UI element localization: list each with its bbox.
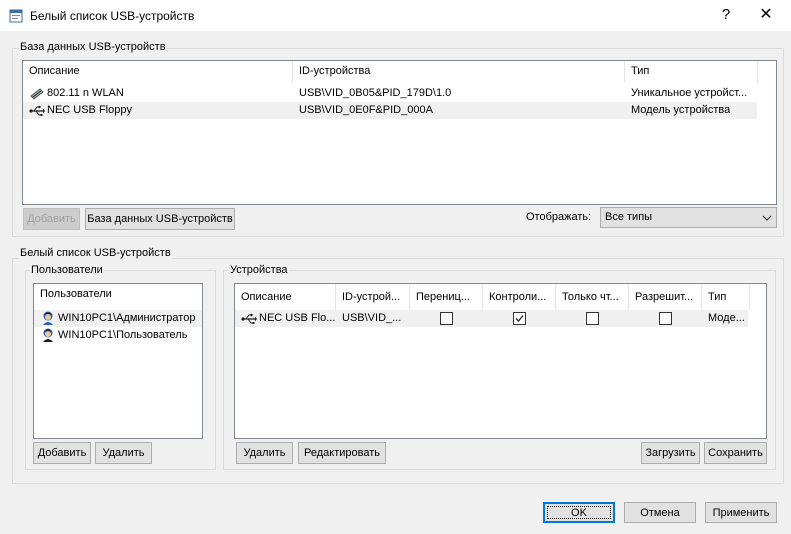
users-row-name: WIN10PC1\Пользователь <box>58 329 188 341</box>
devices-panel-title: Устройства <box>229 264 289 276</box>
allow-checkbox[interactable] <box>659 312 672 325</box>
close-button[interactable]: ✕ <box>753 3 779 27</box>
db-row[interactable]: 802.11 n WLAN USB\VID_0B05&PID_179D\1.0 … <box>23 85 776 102</box>
reinit-checkbox[interactable] <box>440 312 453 325</box>
ok-button[interactable]: OK <box>543 502 615 523</box>
title-bar: Белый список USB-устройств ? ✕ <box>0 0 791 31</box>
devices-list-header: Описание ID-устрой... Перениц... Контрол… <box>235 284 766 310</box>
column-reinit[interactable]: Перениц... <box>410 284 483 310</box>
cancel-button[interactable]: Отмена <box>624 502 696 523</box>
devices-row-device-id: USB\VID_... <box>342 312 402 324</box>
devices-list[interactable]: Описание ID-устрой... Перениц... Контрол… <box>234 283 767 439</box>
column-description[interactable]: Описание <box>23 61 293 83</box>
db-row[interactable]: NEC USB Floppy USB\VID_0E0F&PID_000A Мод… <box>23 102 757 119</box>
db-row-description: NEC USB Floppy <box>47 104 132 116</box>
users-row-name: WIN10PC1\Администратор <box>58 312 196 324</box>
users-list[interactable]: Пользователи WIN10PC1\Администратор WIN1… <box>33 283 203 439</box>
help-button[interactable]: ? <box>714 3 738 27</box>
devices-row-type: Моде... <box>708 312 745 324</box>
column-description[interactable]: Описание <box>235 284 336 310</box>
user-delete-button[interactable]: Удалить <box>95 442 152 464</box>
column-type[interactable]: Тип <box>625 61 758 83</box>
column-device-id[interactable]: ID-устройства <box>293 61 625 83</box>
focus-rect <box>547 506 611 519</box>
whitelist-group-title: Белый список USB-устройств <box>19 247 172 259</box>
column-users[interactable]: Пользователи <box>34 284 202 306</box>
column-device-id[interactable]: ID-устрой... <box>336 284 410 310</box>
column-allow[interactable]: Разрешит... <box>629 284 702 310</box>
users-row[interactable]: WIN10PC1\Пользователь <box>34 327 202 344</box>
users-list-header: Пользователи <box>34 284 202 304</box>
db-group-title: База данных USB-устройств <box>19 41 167 53</box>
apply-button[interactable]: Применить <box>705 502 777 523</box>
load-button[interactable]: Загрузить <box>641 442 700 464</box>
users-panel-title: Пользователи <box>30 264 104 276</box>
device-delete-button[interactable]: Удалить <box>236 442 293 464</box>
column-read-only[interactable]: Только чт... <box>556 284 629 310</box>
window-title: Белый список USB-устройств <box>30 9 195 23</box>
devices-row[interactable]: NEC USB Flo... USB\VID_... Моде... <box>235 310 748 327</box>
db-list-header: Описание ID-устройства Тип <box>23 61 776 83</box>
column-control[interactable]: Контроли... <box>483 284 556 310</box>
db-add-button[interactable]: Добавить <box>23 208 80 230</box>
db-row-type: Уникальное устройст... <box>631 87 748 99</box>
read-only-checkbox[interactable] <box>586 312 599 325</box>
user-add-button[interactable]: Добавить <box>33 442 91 464</box>
column-type[interactable]: Тип <box>702 284 750 310</box>
checkmark-icon <box>515 315 524 322</box>
display-label: Отображать: <box>526 211 592 223</box>
usb-database-button[interactable]: База данных USB-устройств <box>85 208 235 230</box>
control-checkbox[interactable] <box>513 312 526 325</box>
display-filter-select[interactable]: Все типы <box>600 207 777 228</box>
db-row-type: Модель устройства <box>631 104 731 116</box>
db-row-device-id: USB\VID_0E0F&PID_000A <box>299 104 433 116</box>
db-device-list[interactable]: Описание ID-устройства Тип 802.11 n WLAN… <box>22 60 777 205</box>
app-icon <box>9 9 23 23</box>
chevron-down-icon <box>762 208 772 234</box>
display-filter-value: Все типы <box>605 211 653 223</box>
db-row-device-id: USB\VID_0B05&PID_179D\1.0 <box>299 87 452 99</box>
devices-row-description: NEC USB Flo... <box>259 312 336 324</box>
db-row-description: 802.11 n WLAN <box>47 87 124 99</box>
users-row[interactable]: WIN10PC1\Администратор <box>34 310 202 327</box>
device-edit-button[interactable]: Редактировать <box>298 442 386 464</box>
save-button[interactable]: Сохранить <box>704 442 767 464</box>
